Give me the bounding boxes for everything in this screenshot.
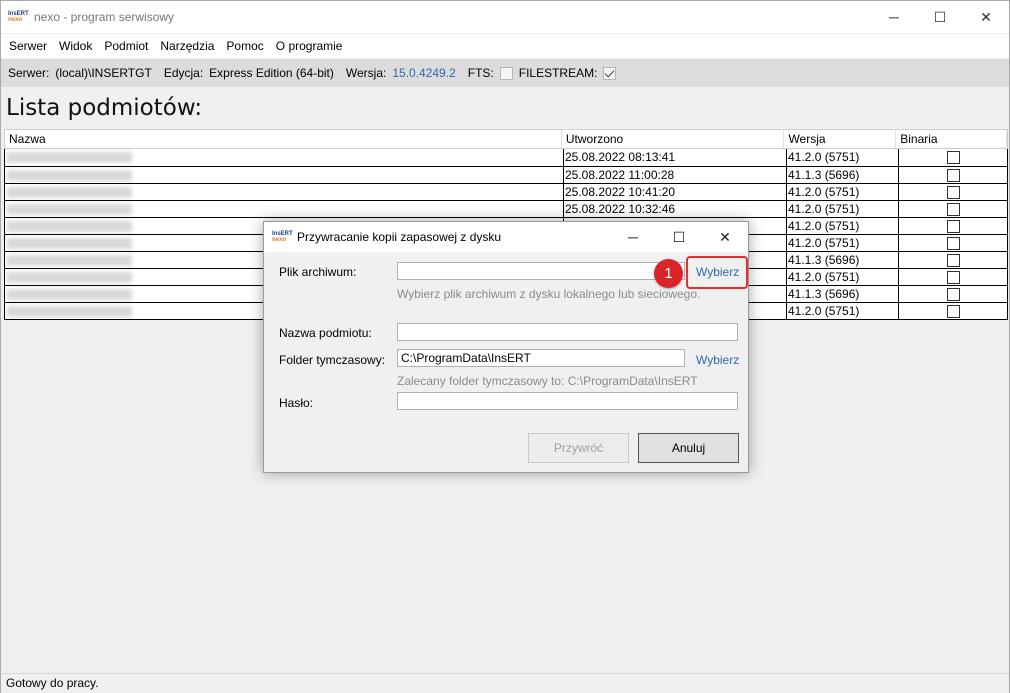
archive-file-label: Plik archiwum: [279, 265, 357, 279]
table-row[interactable]: 25.08.2022 11:00:28 41.1.3 (5696) [5, 166, 1007, 183]
edition-label: Edycja: [163, 66, 204, 80]
table-row[interactable]: 25.08.2022 10:32:46 41.2.0 (5751) [5, 200, 1007, 217]
row-version: 41.2.0 (5751) [787, 184, 899, 200]
dialog-maximize-button[interactable]: ☐ [656, 222, 702, 252]
binaria-checkbox[interactable] [946, 168, 960, 182]
dialog-logo-bottom: nexo [272, 237, 287, 243]
step-badge: 1 [654, 259, 683, 288]
binaria-checkbox[interactable] [946, 253, 960, 267]
row-name-redacted [5, 184, 564, 200]
column-header-wersja[interactable]: Wersja [784, 130, 897, 148]
binaria-checkbox[interactable] [946, 236, 960, 250]
row-created: 25.08.2022 08:13:41 [564, 149, 787, 166]
binaria-checkbox[interactable] [946, 304, 960, 318]
row-version: 41.2.0 (5751) [787, 201, 899, 217]
fts-label: FTS: [467, 66, 494, 80]
temp-folder-input[interactable] [397, 349, 685, 367]
column-header-nazwa[interactable]: Nazwa [5, 130, 562, 148]
row-version: 41.1.3 (5696) [787, 286, 899, 302]
table-row[interactable]: 25.08.2022 08:13:41 41.2.0 (5751) [5, 149, 1007, 166]
server-info-bar: Serwer: (local)\INSERTGT Edycja: Express… [1, 59, 1009, 87]
filestream-label: FILESTREAM: [518, 66, 598, 80]
title-bar: InsERT nexo nexo - program serwisowy ─ ☐… [1, 1, 1009, 33]
dialog-minimize-button[interactable]: ─ [610, 222, 656, 252]
row-created: 25.08.2022 11:00:28 [564, 167, 787, 183]
table-header: Nazwa Utworzono Wersja Binaria [4, 129, 1008, 149]
status-bar: Gotowy do pracy. [1, 673, 1009, 693]
row-name-redacted [5, 201, 564, 217]
menu-o-programie[interactable]: O programie [270, 39, 349, 53]
app-logo: InsERT nexo [8, 10, 29, 24]
password-label: Hasło: [279, 396, 314, 410]
server-label: Serwer: [8, 66, 50, 80]
page-title: Lista podmiotów: [6, 95, 203, 121]
fts-checkbox [499, 66, 513, 80]
menu-serwer[interactable]: Serwer [3, 39, 53, 53]
dialog-title: Przywracanie kopii zapasowej z dysku [297, 230, 502, 244]
temp-folder-browse-link[interactable]: Wybierz [696, 353, 739, 367]
password-input[interactable] [397, 392, 738, 410]
dialog-close-button[interactable]: ✕ [702, 222, 748, 252]
dialog-title-bar: InsERT nexo Przywracanie kopii zapasowej… [264, 222, 748, 252]
table-row[interactable]: 25.08.2022 10:41:20 41.2.0 (5751) [5, 183, 1007, 200]
row-version: 41.2.0 (5751) [787, 149, 899, 166]
restore-button[interactable]: Przywróć [528, 433, 629, 463]
menu-narzedzia[interactable]: Narzędzia [154, 39, 220, 53]
close-button[interactable]: ✕ [963, 1, 1009, 33]
row-version: 41.2.0 (5751) [787, 218, 899, 234]
restore-backup-dialog: InsERT nexo Przywracanie kopii zapasowej… [263, 221, 749, 473]
binaria-checkbox[interactable] [946, 219, 960, 233]
binaria-checkbox[interactable] [946, 151, 960, 164]
entity-name-input[interactable] [397, 323, 738, 341]
row-name-redacted [5, 149, 564, 166]
row-name-redacted [5, 167, 564, 183]
row-version: 41.2.0 (5751) [787, 269, 899, 285]
row-created: 25.08.2022 10:32:46 [564, 201, 787, 217]
row-version: 41.2.0 (5751) [787, 235, 899, 251]
binaria-checkbox[interactable] [946, 185, 960, 199]
row-version: 41.1.3 (5696) [787, 167, 899, 183]
binaria-checkbox[interactable] [946, 202, 960, 216]
edition-value: Express Edition (64-bit) [209, 66, 334, 80]
menu-bar: Serwer Widok Podmiot Narzędzia Pomoc O p… [1, 34, 1009, 58]
menu-widok[interactable]: Widok [53, 39, 98, 53]
server-value: (local)\INSERTGT [55, 66, 152, 80]
column-header-binaria[interactable]: Binaria [896, 130, 1007, 148]
binaria-checkbox[interactable] [946, 287, 960, 301]
app-logo-bottom: nexo [8, 17, 23, 23]
archive-hint: Wybierz plik archiwum z dysku lokalnego … [397, 287, 701, 301]
cancel-button[interactable]: Anuluj [638, 433, 739, 463]
row-created: 25.08.2022 10:41:20 [564, 184, 787, 200]
archive-file-input[interactable] [397, 262, 685, 280]
window-title: nexo - program serwisowy [34, 10, 175, 24]
filestream-checkbox [603, 66, 617, 80]
row-version: 41.1.3 (5696) [787, 252, 899, 268]
row-version: 41.2.0 (5751) [787, 303, 899, 319]
main-window: InsERT nexo nexo - program serwisowy ─ ☐… [0, 0, 1010, 693]
minimize-button[interactable]: ─ [871, 1, 917, 33]
temp-folder-hint: Zalecany folder tymczasowy to: C:\Progra… [397, 374, 698, 388]
temp-folder-label: Folder tymczasowy: [279, 353, 386, 367]
maximize-button[interactable]: ☐ [917, 1, 963, 33]
dialog-logo: InsERT nexo [272, 230, 293, 244]
binaria-checkbox[interactable] [946, 270, 960, 284]
menu-pomoc[interactable]: Pomoc [220, 39, 269, 53]
menu-podmiot[interactable]: Podmiot [98, 39, 154, 53]
highlight-frame [686, 256, 748, 289]
version-label: Wersja: [345, 66, 387, 80]
column-header-utworzono[interactable]: Utworzono [562, 130, 785, 148]
version-value: 15.0.4249.2 [392, 66, 456, 80]
entity-name-label: Nazwa podmiotu: [279, 326, 372, 340]
